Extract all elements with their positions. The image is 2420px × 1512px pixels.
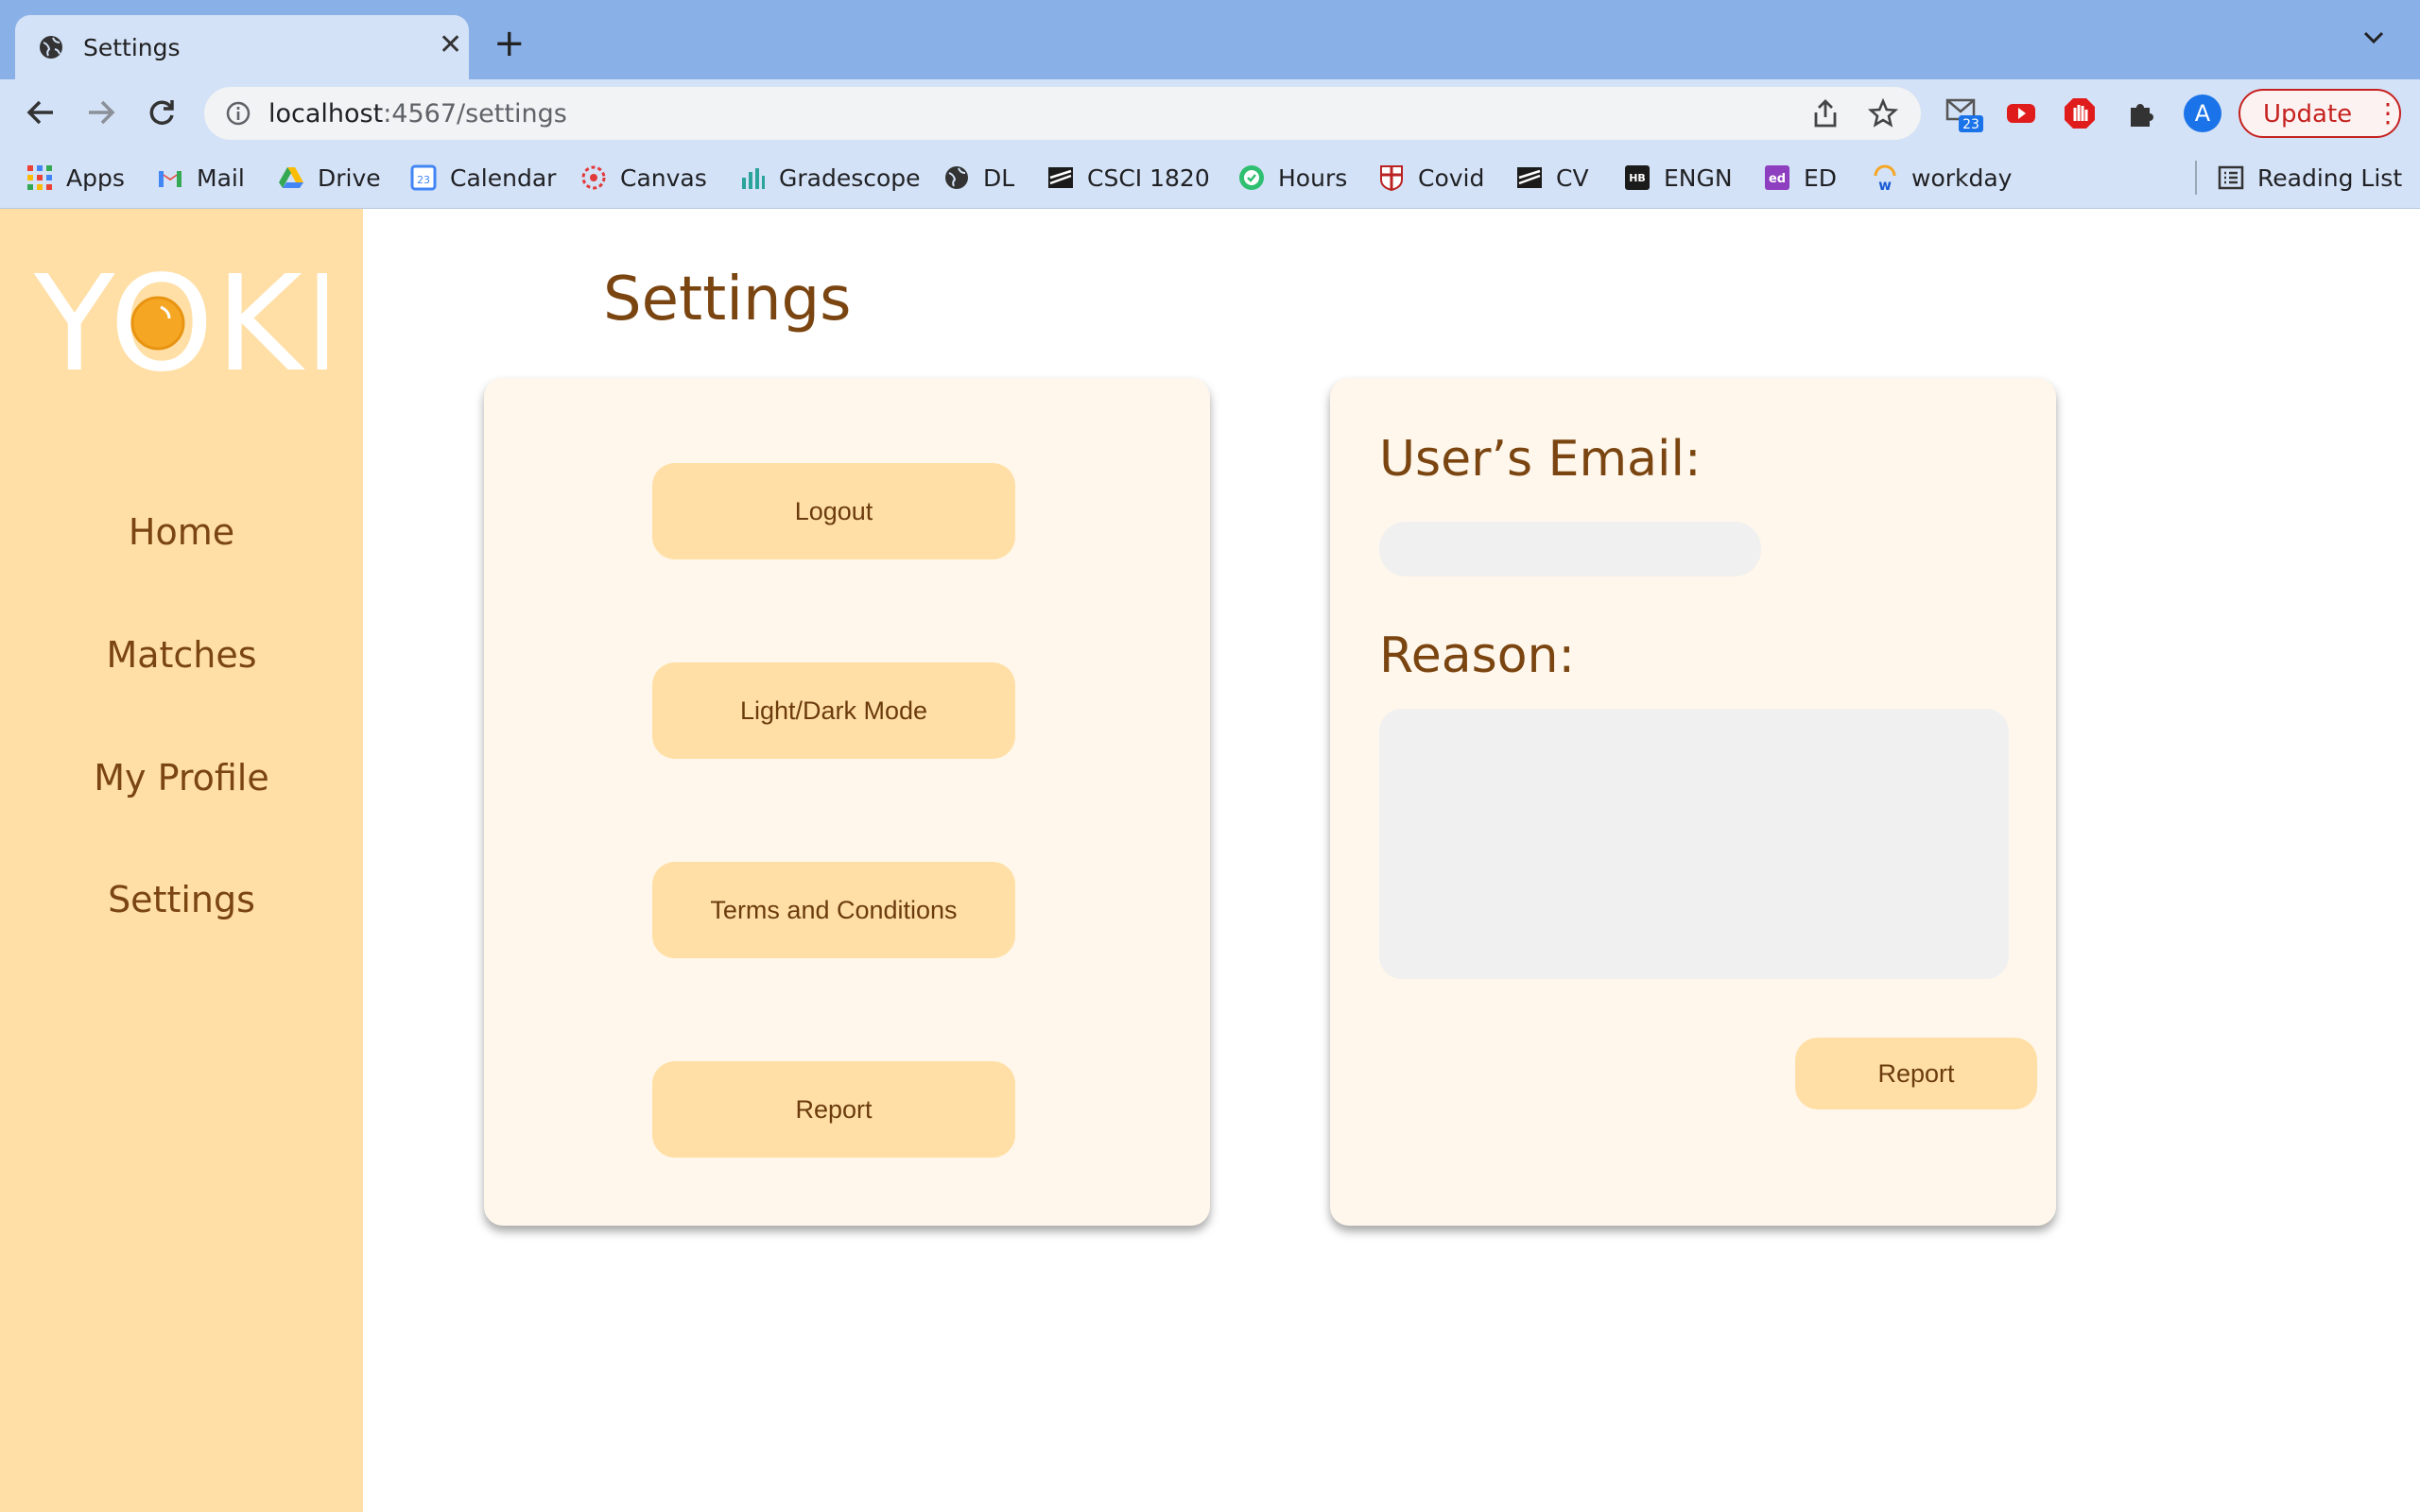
globe-icon bbox=[38, 34, 64, 64]
bookmark-dl[interactable]: DL bbox=[943, 159, 1014, 197]
bookmarks-bar: Apps Mail Drive 23 Calendar Canvas Grade… bbox=[0, 147, 2420, 209]
bookmarks-divider bbox=[2195, 161, 2197, 195]
kebab-menu-icon[interactable]: ⋮ bbox=[2375, 96, 2401, 130]
bookmark-cv[interactable]: CV bbox=[1516, 159, 1589, 197]
course-icon bbox=[1047, 164, 1074, 191]
course-icon bbox=[1516, 164, 1543, 191]
nav-my-profile[interactable]: My Profile bbox=[0, 757, 363, 799]
reading-list-button[interactable]: Reading List bbox=[2218, 159, 2402, 197]
share-icon[interactable] bbox=[1811, 98, 1840, 132]
bookmark-covid[interactable]: Covid bbox=[1378, 159, 1484, 197]
bookmark-canvas[interactable]: Canvas bbox=[580, 159, 707, 197]
report-menu-button[interactable]: Report bbox=[652, 1061, 1015, 1158]
close-tab-icon[interactable]: ✕ bbox=[439, 31, 462, 60]
new-tab-icon[interactable]: + bbox=[493, 25, 526, 62]
hb-icon: HB bbox=[1624, 164, 1651, 191]
bookmark-apps[interactable]: Apps bbox=[26, 159, 125, 197]
apps-grid-icon bbox=[26, 164, 53, 191]
ed-icon: ed bbox=[1764, 164, 1790, 191]
chevron-down-icon[interactable] bbox=[2363, 30, 2384, 48]
bookmark-hours[interactable]: Hours bbox=[1238, 159, 1347, 197]
mail-extension-icon[interactable]: 23 bbox=[1945, 96, 1983, 138]
reload-icon[interactable] bbox=[146, 96, 178, 132]
settings-actions-card: Logout Light/Dark Mode Terms and Conditi… bbox=[484, 378, 1210, 1226]
canvas-icon bbox=[580, 164, 607, 191]
page-title: Settings bbox=[603, 265, 852, 335]
email-field[interactable] bbox=[1379, 522, 1761, 576]
svg-text:23: 23 bbox=[417, 174, 430, 186]
svg-text:w: w bbox=[1878, 177, 1892, 191]
bookmark-gradescope[interactable]: Gradescope bbox=[739, 159, 921, 197]
bookmark-engn[interactable]: HB ENGN bbox=[1624, 159, 1733, 197]
address-bar[interactable]: localhost:4567/settings bbox=[204, 87, 1921, 140]
youtube-extension-icon[interactable] bbox=[2004, 96, 2038, 134]
extensions-puzzle-icon[interactable] bbox=[2125, 96, 2159, 134]
url-text: localhost:4567/settings bbox=[268, 99, 567, 129]
nav-settings[interactable]: Settings bbox=[0, 879, 363, 920]
profile-avatar[interactable]: A bbox=[2184, 94, 2221, 132]
svg-text:23: 23 bbox=[1962, 117, 1979, 132]
globe-icon bbox=[943, 164, 970, 191]
check-circle-icon bbox=[1238, 164, 1265, 191]
reason-label: Reason: bbox=[1379, 627, 1576, 684]
gmail-icon bbox=[157, 164, 183, 191]
terms-and-conditions-button[interactable]: Terms and Conditions bbox=[652, 862, 1015, 958]
report-form-card: User’s Email: Reason: Report bbox=[1330, 378, 2056, 1226]
bookmark-workday[interactable]: w workday bbox=[1872, 159, 2012, 197]
reason-textarea[interactable] bbox=[1379, 709, 2009, 979]
drive-icon bbox=[278, 164, 304, 191]
browser-tab-strip: Settings ✕ + bbox=[0, 0, 2420, 79]
workday-icon: w bbox=[1872, 164, 1898, 194]
update-button[interactable]: Update ⋮ bbox=[2238, 89, 2401, 138]
bookmark-calendar[interactable]: 23 Calendar bbox=[410, 159, 556, 197]
report-submit-button[interactable]: Report bbox=[1795, 1038, 2037, 1109]
email-label: User’s Email: bbox=[1379, 431, 1702, 488]
gradescope-icon bbox=[739, 164, 766, 191]
forward-arrow-icon[interactable] bbox=[85, 96, 117, 132]
calendar-icon: 23 bbox=[410, 164, 437, 191]
browser-tab-settings[interactable]: Settings ✕ bbox=[15, 15, 469, 79]
nav-matches[interactable]: Matches bbox=[0, 634, 363, 676]
back-arrow-icon[interactable] bbox=[25, 96, 57, 132]
tab-title: Settings bbox=[83, 34, 181, 61]
light-dark-mode-button[interactable]: Light/Dark Mode bbox=[652, 662, 1015, 759]
bookmark-star-icon[interactable] bbox=[1867, 97, 1899, 132]
nav-home[interactable]: Home bbox=[0, 511, 363, 553]
sidebar: YOKI Home Matches My Profile Settings bbox=[0, 209, 363, 1512]
svg-text:ed: ed bbox=[1769, 172, 1786, 186]
browser-toolbar: localhost:4567/settings 23 A Update ⋮ bbox=[0, 79, 2420, 147]
logout-button[interactable]: Logout bbox=[652, 463, 1015, 559]
yoki-logo[interactable]: YOKI bbox=[33, 248, 343, 402]
bookmark-mail[interactable]: Mail bbox=[157, 159, 245, 197]
svg-text:HB: HB bbox=[1629, 172, 1646, 184]
reading-list-icon bbox=[2218, 164, 2244, 191]
shield-crest-icon bbox=[1378, 164, 1405, 192]
stop-hand-extension-icon[interactable] bbox=[2063, 96, 2097, 134]
site-info-icon[interactable] bbox=[225, 100, 251, 130]
bookmark-ed[interactable]: ed ED bbox=[1764, 159, 1837, 197]
bookmark-csci-1820[interactable]: CSCI 1820 bbox=[1047, 159, 1210, 197]
bookmark-drive[interactable]: Drive bbox=[278, 159, 381, 197]
